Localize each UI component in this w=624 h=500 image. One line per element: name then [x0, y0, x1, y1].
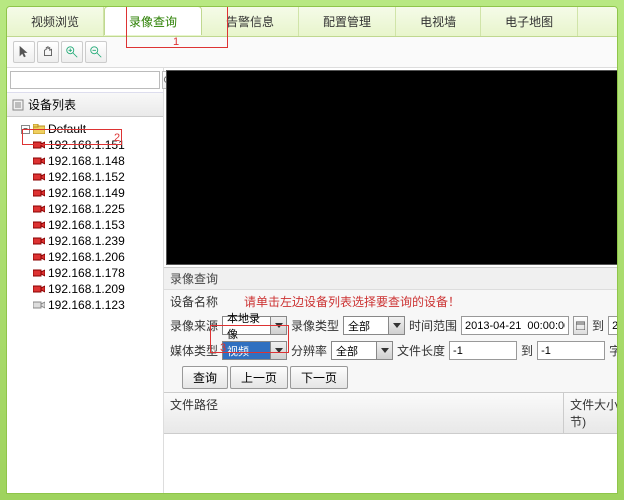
chevron-down-icon — [388, 317, 404, 334]
time-range-label: 时间范围 — [409, 317, 457, 334]
camera-offline-icon — [33, 300, 45, 310]
time-to-label: 到 — [592, 317, 604, 334]
device-item[interactable]: 192.168.1.239 — [31, 233, 163, 249]
hand-tool[interactable] — [37, 41, 59, 63]
device-ip-label: 192.168.1.153 — [48, 218, 125, 232]
device-ip-label: 192.168.1.149 — [48, 186, 125, 200]
device-item[interactable]: 192.168.1.209 — [31, 281, 163, 297]
device-ip-label: 192.168.1.148 — [48, 154, 125, 168]
resolution-combo[interactable]: 全部 — [331, 341, 393, 360]
length-unit-label: 字节(- — [609, 342, 618, 359]
record-type-label: 录像类型 — [291, 317, 339, 334]
calendar-icon — [576, 321, 585, 330]
device-item[interactable]: 192.168.1.123 — [31, 297, 163, 313]
zoom-in-tool[interactable] — [61, 41, 83, 63]
device-item[interactable]: 192.168.1.225 — [31, 201, 163, 217]
device-sidebar: 设备列表 − Default 192.168.1.151192.168.1.14… — [7, 68, 164, 494]
col-file-size[interactable]: 文件大小(字节) — [564, 393, 618, 433]
annotation-box-2 — [22, 129, 122, 145]
device-tree: − Default 192.168.1.151192.168.1.148192.… — [7, 117, 163, 317]
device-list-header: 设备列表 — [7, 93, 163, 117]
device-ip-label: 192.168.1.123 — [48, 298, 125, 312]
query-button[interactable]: 查询 — [182, 366, 228, 389]
annotation-label-3: 3 — [220, 342, 226, 354]
tab-emap[interactable]: 电子地图 — [481, 7, 578, 36]
device-ip-label: 192.168.1.206 — [48, 250, 125, 264]
device-item[interactable]: 192.168.1.152 — [31, 169, 163, 185]
next-page-button[interactable]: 下一页 — [290, 366, 348, 389]
device-ip-label: 192.168.1.239 — [48, 234, 125, 248]
length-to-input[interactable] — [537, 341, 605, 360]
tab-config-manage[interactable]: 配置管理 — [299, 7, 396, 36]
time-from-input[interactable] — [461, 316, 569, 335]
tab-tv-wall[interactable]: 电视墙 — [396, 7, 481, 36]
result-grid-header: 文件路径 文件大小(字节) 下载状态 — [164, 392, 618, 434]
list-icon — [12, 99, 24, 111]
annotation-label-1: 1 — [173, 36, 179, 48]
device-item[interactable]: 192.168.1.178 — [31, 265, 163, 281]
resolution-label: 分辨率 — [291, 342, 327, 359]
device-ip-label: 192.168.1.178 — [48, 266, 125, 280]
zoom-out-tool[interactable] — [85, 41, 107, 63]
device-ip-label: 192.168.1.152 — [48, 170, 125, 184]
annotation-label-2: 2 — [114, 132, 120, 144]
query-panel: 录像查询 设备名称 请单击左边设备列表选择要查询的设备！ 录像来源 本地录像 录… — [164, 267, 618, 494]
device-ip-label: 192.168.1.209 — [48, 282, 125, 296]
time-to-input[interactable] — [608, 316, 618, 335]
device-item[interactable]: 192.168.1.153 — [31, 217, 163, 233]
length-to-label: 到 — [521, 342, 533, 359]
camera-online-icon — [33, 188, 45, 198]
device-item[interactable]: 192.168.1.206 — [31, 249, 163, 265]
camera-online-icon — [33, 156, 45, 166]
query-panel-title: 录像查询 — [164, 268, 618, 290]
device-search-input[interactable] — [10, 71, 160, 89]
camera-online-icon — [33, 220, 45, 230]
camera-online-icon — [33, 268, 45, 278]
video-preview-area — [166, 70, 618, 265]
chevron-down-icon — [376, 342, 392, 359]
device-hint-text: 请单击左边设备列表选择要查询的设备！ — [244, 293, 460, 310]
file-length-label: 文件长度 — [397, 342, 445, 359]
pointer-tool[interactable] — [13, 41, 35, 63]
camera-online-icon — [33, 172, 45, 182]
time-from-picker-button[interactable] — [573, 316, 588, 335]
camera-online-icon — [33, 236, 45, 246]
device-item[interactable]: 192.168.1.148 — [31, 153, 163, 169]
toolbar — [7, 37, 617, 68]
device-list-title: 设备列表 — [28, 96, 76, 113]
tab-bar: 视频浏览 录像查询 告警信息 配置管理 电视墙 电子地图 1 — [7, 7, 617, 37]
camera-online-icon — [33, 204, 45, 214]
device-item[interactable]: 192.168.1.149 — [31, 185, 163, 201]
record-type-combo[interactable]: 全部 — [343, 316, 405, 335]
length-from-input[interactable] — [449, 341, 517, 360]
tab-video-browse[interactable]: 视频浏览 — [7, 7, 104, 36]
main-panel: 视频浏览 录像查询 告警信息 配置管理 电视墙 电子地图 1 设备列表 — [6, 6, 618, 494]
result-grid-body — [164, 434, 618, 494]
col-file-path[interactable]: 文件路径 — [164, 393, 564, 433]
device-name-label: 设备名称 — [170, 293, 218, 310]
device-ip-label: 192.168.1.225 — [48, 202, 125, 216]
prev-page-button[interactable]: 上一页 — [230, 366, 288, 389]
camera-online-icon — [33, 284, 45, 294]
camera-online-icon — [33, 252, 45, 262]
